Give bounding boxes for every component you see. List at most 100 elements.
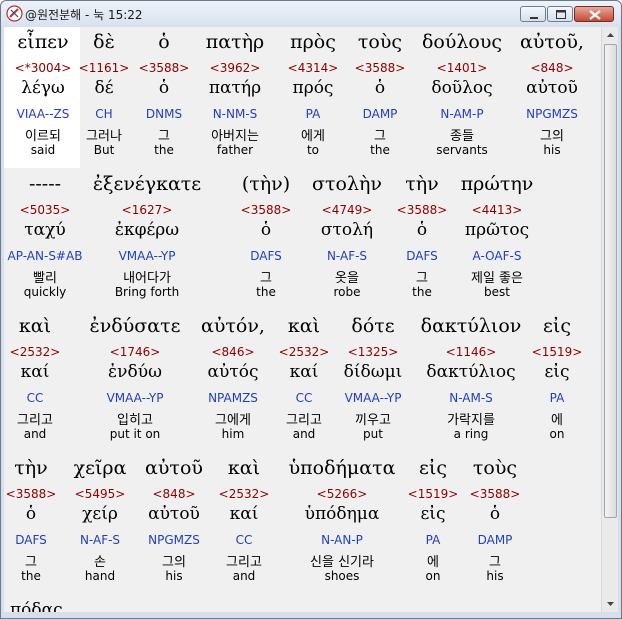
word-korean: 그러나 — [86, 129, 122, 144]
word-korean: 그리고 — [226, 555, 262, 570]
word-parse: CC — [235, 533, 253, 547]
word-parse: VMAA--YP — [344, 391, 402, 405]
word-greek: δὲ — [93, 31, 115, 53]
word-greek: ὁ — [158, 31, 170, 53]
title-bar[interactable]: @원전분해 - 눅 15:22 — [1, 1, 621, 27]
word-strong: <4749> — [321, 203, 373, 217]
word-lexeme: πρῶτος — [464, 220, 530, 240]
word-parse: N-AF-S — [79, 533, 121, 547]
word-greek: πατὴρ — [205, 31, 265, 53]
word-parse: DNMS — [145, 107, 183, 121]
word-korean: 제일 좋은 — [471, 271, 523, 286]
word-strong: <1401> — [436, 61, 488, 75]
word-lexeme: καί — [20, 362, 50, 382]
word-english: his — [165, 569, 183, 583]
word-strong: <1519> — [407, 487, 459, 501]
word-strong: <1746> — [109, 345, 161, 359]
word-korean: 그 — [25, 555, 37, 570]
word-lexeme: αὐτοῦ — [526, 78, 578, 98]
word-parse: VIAA--ZS — [16, 107, 70, 121]
word-greek: (τὴν) — [241, 173, 291, 195]
word-korean: 가락지를 — [447, 413, 495, 428]
word-english: the — [370, 143, 390, 157]
word-strong: <1627> — [121, 203, 173, 217]
scrollbar-thumb[interactable] — [604, 44, 617, 518]
scroll-down-arrow-icon[interactable] — [602, 595, 619, 612]
word-lexeme: πατήρ — [208, 78, 262, 98]
word-english: put — [363, 427, 383, 441]
word-english: said — [30, 143, 56, 157]
word-greek: χεῖρα — [73, 457, 127, 479]
word-parse: N-NM-S — [212, 107, 258, 121]
word-parse: N-AN-P — [321, 533, 363, 547]
word-greek: ----- — [28, 173, 62, 195]
word-strong: <3588> — [240, 203, 292, 217]
word-parse: CH — [95, 107, 113, 121]
close-button[interactable] — [574, 6, 614, 22]
word-lexeme: δακτύλιος — [426, 362, 516, 382]
app-window: @원전분해 - 눅 15:22 πόδας εἶπεν <*3004> λέγω VI… — [0, 0, 622, 619]
word-korean: 그 — [416, 271, 428, 286]
word-korean: 에 — [551, 413, 563, 428]
word-korean: 내어다가 — [123, 271, 171, 286]
word-parse: N-AM-P — [440, 107, 484, 121]
word-greek: δότε — [351, 315, 395, 337]
word-strong: <2532> — [9, 345, 61, 359]
word-korean: 입히고 — [117, 413, 153, 428]
word-greek: ἐνδύσατε — [89, 315, 181, 337]
word-korean: 에게 — [301, 129, 325, 144]
word-strong: <3588> — [138, 61, 190, 75]
word-greek: καὶ — [227, 457, 261, 479]
word-greek: καὶ — [287, 315, 321, 337]
word-lexeme: δίδωμι — [343, 362, 403, 382]
word-english: quickly — [23, 285, 67, 299]
word-strong: <5035> — [19, 203, 71, 217]
word-korean: 종들 — [450, 129, 474, 144]
vertical-scrollbar[interactable] — [601, 27, 618, 612]
word-english: and — [232, 569, 256, 583]
minimize-button[interactable] — [520, 6, 546, 22]
interlinear-view[interactable]: πόδας εἶπεν <*3004> λέγω VIAA--ZS 이르되 said δὲ <… — [4, 27, 601, 612]
word-korean: 아버지는 — [211, 129, 259, 144]
word-parse: CC — [26, 391, 44, 405]
word-strong: <1161> — [78, 61, 130, 75]
word-greek: ὑποδήματα — [288, 457, 396, 479]
word-english: a ring — [453, 427, 489, 441]
word-english: the — [256, 285, 276, 299]
word-lexeme: ταχύ — [24, 220, 66, 240]
word-strong: <1146> — [445, 345, 497, 359]
word-korean: 에 — [427, 555, 439, 570]
word-strong: <2532> — [278, 345, 330, 359]
word-parse: PA — [425, 533, 441, 547]
word-greek: καὶ — [18, 315, 52, 337]
word-korean: 빨리 — [33, 271, 57, 286]
word-english: him — [221, 427, 245, 441]
word-english: shoes — [324, 569, 360, 583]
word-greek: δούλους — [421, 31, 503, 53]
word-greek: εἰς — [543, 315, 571, 337]
app-logo-icon — [6, 5, 23, 22]
scroll-up-arrow-icon[interactable] — [602, 27, 619, 44]
word-greek: τοὺς — [472, 457, 518, 479]
word-english: the — [412, 285, 432, 299]
word-korean: 그의 — [540, 129, 564, 144]
word-strong: <3962> — [209, 61, 261, 75]
word-english: his — [486, 569, 504, 583]
word-strong: <3588> — [5, 487, 57, 501]
word-korean: 그 — [374, 129, 386, 144]
word-lexeme: εἰς — [420, 504, 446, 524]
word-greek: αὐτοῦ — [145, 457, 203, 479]
word-english: the — [21, 569, 41, 583]
word-strong: <5266> — [316, 487, 368, 501]
word-parse: N-AM-S — [449, 391, 493, 405]
word-korean: 그 — [489, 555, 501, 570]
maximize-button[interactable] — [547, 6, 573, 22]
word-strong: <2532> — [218, 487, 270, 501]
word-english: Bring forth — [114, 285, 180, 299]
maximize-icon — [556, 10, 566, 19]
word-strong: <846> — [211, 345, 255, 359]
word-lexeme: αὐτός — [207, 362, 259, 382]
word-greek: ἐξενέγκατε — [92, 173, 202, 195]
word-strong: <848> — [152, 487, 196, 501]
word-parse: VMAA--YP — [118, 249, 176, 263]
